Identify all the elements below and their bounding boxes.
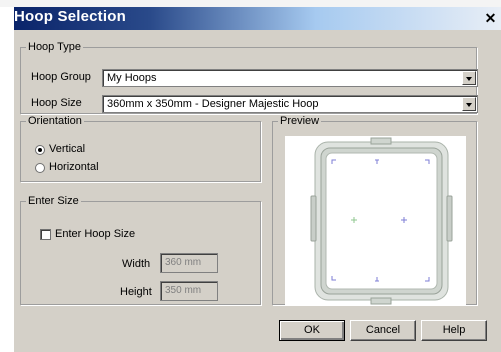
hoop-size-label: Hoop Size <box>31 97 82 109</box>
dropdown-arrow-icon[interactable] <box>462 71 476 85</box>
hoop-size-select[interactable]: 360mm x 350mm - Designer Majestic Hoop <box>102 95 478 113</box>
enter-size-legend: Enter Size <box>28 195 79 207</box>
preview-legend: Preview <box>280 115 320 127</box>
height-input[interactable]: 350 mm <box>160 281 218 301</box>
enter-size-group: Enter Size Enter Hoop Size Width 360 mm … <box>20 195 261 305</box>
background-strip <box>0 0 501 7</box>
title-bar[interactable]: Hoop Selection ✕ <box>14 7 501 30</box>
radio-vertical[interactable] <box>35 145 45 155</box>
hoop-group-value: My Hoops <box>107 72 157 84</box>
horizontal-label[interactable]: Horizontal <box>49 161 99 173</box>
orientation-legend: Orientation <box>28 115 82 127</box>
hoop-group-select[interactable]: My Hoops <box>102 69 478 87</box>
hoop-selection-dialog: Hoop Selection ✕ Hoop Type Hoop Group My… <box>14 7 501 352</box>
hoop-type-legend: Hoop Type <box>28 41 82 53</box>
preview-group: Preview <box>272 115 477 305</box>
window-title: Hoop Selection <box>14 8 126 25</box>
enter-hoop-size-label[interactable]: Enter Hoop Size <box>55 228 135 240</box>
dropdown-arrow-icon[interactable] <box>462 97 476 111</box>
vertical-label[interactable]: Vertical <box>49 143 85 155</box>
help-button[interactable]: Help <box>421 320 487 341</box>
width-input[interactable]: 360 mm <box>160 253 218 273</box>
radio-horizontal[interactable] <box>35 163 45 173</box>
hoop-size-value: 360mm x 350mm - Designer Majestic Hoop <box>107 98 319 110</box>
enter-hoop-size-checkbox[interactable] <box>40 229 51 240</box>
width-label: Width <box>122 258 151 270</box>
hoop-type-group: Hoop Type Hoop Group My Hoops Hoop Size … <box>20 41 478 114</box>
preview-area <box>285 136 466 305</box>
ok-button[interactable]: OK <box>279 320 345 341</box>
orientation-group: Orientation Vertical Horizontal <box>20 115 261 182</box>
close-icon[interactable]: ✕ <box>482 11 499 26</box>
hoop-group-label: Hoop Group <box>31 71 91 83</box>
cancel-button[interactable]: Cancel <box>350 320 416 341</box>
height-label: Height <box>120 286 152 298</box>
hoop-icon <box>310 137 453 305</box>
